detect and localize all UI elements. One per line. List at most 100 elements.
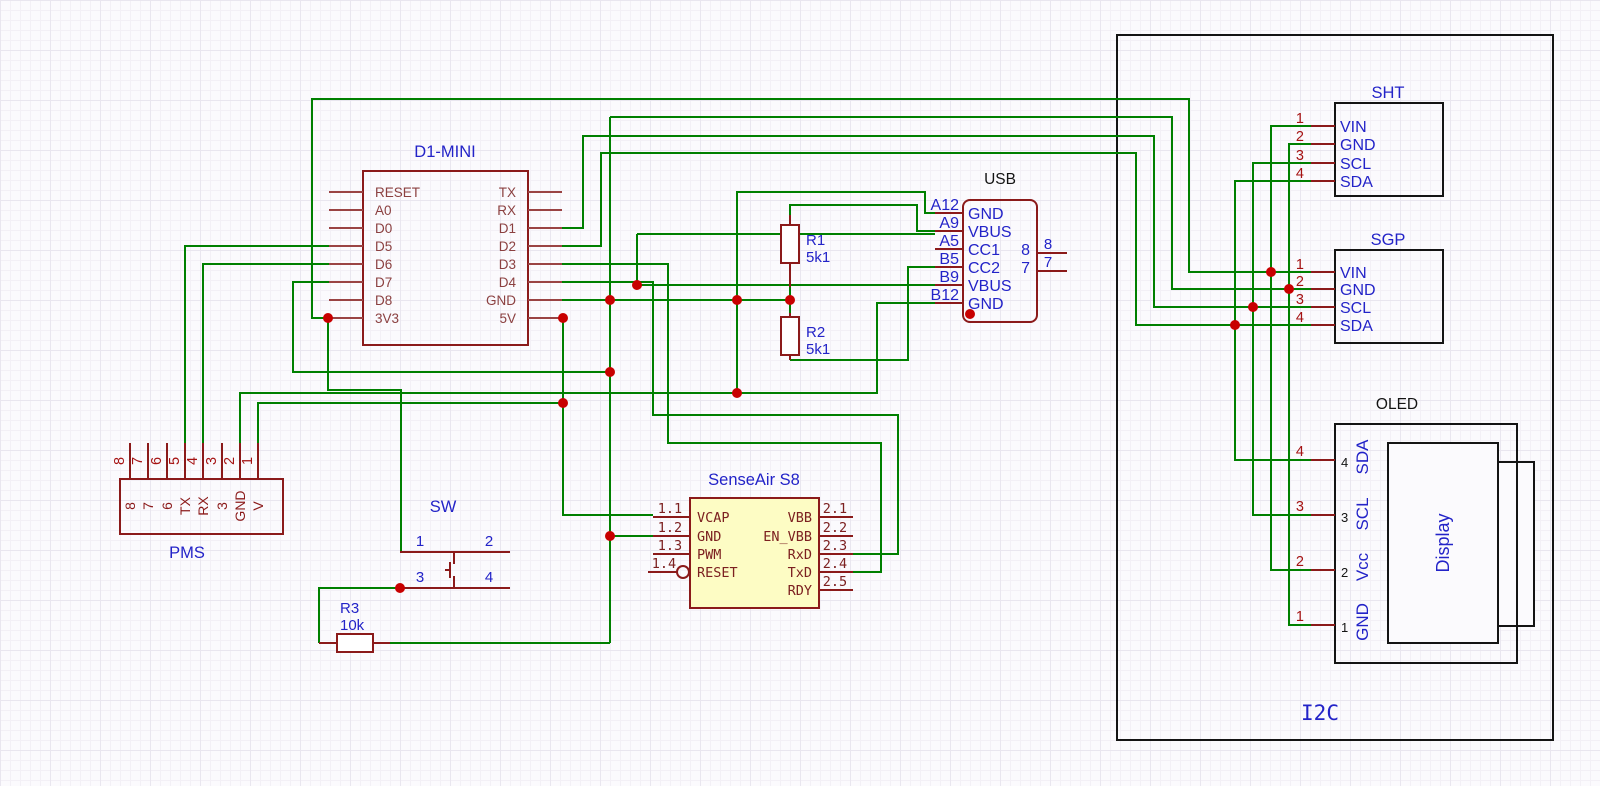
pin-label: D3 [499, 257, 516, 272]
pin-label: 8 [1021, 242, 1030, 259]
pin-label: SCL [1353, 497, 1372, 530]
sgp-title: SGP [1371, 231, 1406, 249]
r3-value: 10k [340, 617, 365, 634]
pin-number: 1 [240, 457, 256, 465]
pin-label: RDY [788, 583, 812, 599]
pin-label: D8 [375, 293, 392, 308]
component-senseair-s8[interactable]: SenseAir S8 1.1 1.2 1.3 1.4 2.1 2.2 2.3 … [648, 471, 853, 608]
schematic-canvas[interactable]: R1 5k1 R2 5k1 R3 10k D1-MINI [0, 0, 1600, 786]
pin-number: 4 [1296, 310, 1304, 326]
wire-scl-col[interactable] [1253, 163, 1311, 515]
resistor-r1[interactable]: R1 5k1 [781, 215, 830, 287]
usb-title: USB [984, 171, 1016, 188]
component-sgp[interactable]: SGP 1 2 3 4 VIN GND SCL SDA [1296, 231, 1443, 343]
pin-number: 1.3 [658, 538, 682, 554]
wire-d6-pms[interactable] [203, 264, 329, 443]
pin-label: 3V3 [375, 311, 399, 326]
d1mini-left-pins[interactable] [329, 192, 363, 318]
pin-label: RESET [697, 565, 738, 581]
pin-label: 5V [499, 311, 516, 326]
sw-title: SW [430, 498, 457, 516]
pad-label: A12 [931, 197, 960, 214]
wire-gnd-col[interactable] [1289, 144, 1311, 625]
component-pms[interactable]: PMS 8 7 6 5 4 3 2 1 8 7 6 TX RX 3 GND V [112, 443, 283, 562]
pin-number: 2 [1296, 554, 1304, 570]
pin-label: VBUS [968, 278, 1012, 295]
pin-number: 2 [485, 533, 493, 550]
r2-ref: R2 [806, 324, 825, 341]
pin-label: PWM [697, 547, 721, 563]
pin-number: 1 [416, 533, 424, 550]
pin-label: 7 [140, 502, 156, 510]
pin-label: CC2 [968, 260, 1000, 277]
pin-label: EN_VBB [763, 529, 812, 545]
sht-title: SHT [1372, 84, 1405, 102]
component-d1mini[interactable]: D1-MINI RESET A0 D0 D5 D6 D7 D8 [329, 143, 562, 345]
pin-label: RESET [375, 185, 420, 200]
pin-number: 4 [1296, 444, 1304, 460]
pin-label: SDA [1340, 174, 1373, 191]
component-sw[interactable]: SW 1 2 3 4 [400, 498, 510, 588]
resistor-r2[interactable]: R2 5k1 [781, 313, 830, 360]
wire-5v-senseair[interactable] [562, 318, 653, 515]
pin-label: SCL [1340, 300, 1371, 317]
pin-number: 1.4 [652, 556, 676, 572]
pin-number: 1 [1296, 609, 1304, 625]
pin-number: 1.1 [658, 501, 682, 517]
pin-label: D7 [375, 275, 392, 290]
pin-number: 3 [1296, 148, 1304, 164]
pin-number: 2 [222, 457, 238, 465]
wire-3v3-sw[interactable] [328, 318, 401, 552]
pin-number: 3 [1341, 510, 1348, 525]
pin-number: 2 [1296, 129, 1304, 145]
pin-number: 5 [167, 457, 183, 465]
pin-label: RX [195, 496, 211, 516]
wire-gnd-sgp[interactable] [610, 117, 1311, 289]
pin-label: V [250, 501, 266, 511]
pin-number: 8 [112, 457, 128, 465]
pin-label: D0 [375, 221, 392, 236]
pin-label: GND [1340, 137, 1376, 154]
component-usb[interactable]: USB A12 A9 A5 B5 B9 B12 GND VBUS CC1 CC2… [931, 171, 1067, 322]
pin-label: D2 [499, 239, 516, 254]
pin-label: RX [497, 203, 516, 218]
wire-vin-col[interactable] [1271, 126, 1311, 570]
display-label: Display [1433, 513, 1453, 572]
pin-number: 7 [1044, 254, 1052, 271]
pin-label: D5 [375, 239, 392, 254]
pin-label: TxD [788, 565, 812, 581]
pin-label: TX [177, 496, 193, 515]
wire-pms-v[interactable] [258, 403, 563, 443]
wire-r1-a9[interactable] [790, 205, 935, 231]
component-sht[interactable]: SHT 1 2 3 4 VIN GND SCL SDA [1296, 84, 1443, 196]
pin-label: VBB [788, 510, 812, 526]
pin-number: 8 [1044, 236, 1052, 253]
pin-number: 7 [130, 457, 146, 465]
i2c-group-label: I2C [1301, 701, 1339, 725]
senseair-title: SenseAir S8 [708, 471, 800, 489]
pms-title: PMS [169, 544, 205, 562]
pin-label: D4 [499, 275, 517, 290]
oled-pins[interactable] [1311, 460, 1335, 625]
wire-gnd-a12[interactable] [737, 192, 935, 393]
pin-label: GND [486, 293, 516, 308]
pin-label: A0 [375, 203, 392, 218]
pin-number: 2.3 [823, 538, 847, 554]
pin-number: 3 [1296, 292, 1304, 308]
pin-number: 2.4 [823, 556, 847, 572]
sht-pins[interactable] [1311, 126, 1335, 181]
component-oled[interactable]: OLED 4 3 2 1 4 3 2 1 SDA SCL Vcc GND Dis… [1296, 396, 1534, 663]
oled-title: OLED [1376, 396, 1418, 413]
d1mini-right-pins[interactable] [528, 192, 562, 318]
pin-label: GND [1340, 282, 1376, 299]
pad-label: B5 [939, 251, 959, 268]
wire-d1-scl[interactable] [562, 136, 1311, 307]
pin-label: SCL [1340, 156, 1371, 173]
pad-label: B9 [939, 269, 959, 286]
pin-label: VIN [1340, 265, 1367, 282]
resistor-r3[interactable]: R3 10k [319, 600, 390, 652]
pin-number: 4 [485, 569, 493, 586]
pin-number: 1 [1296, 257, 1304, 273]
pin-label: 3 [214, 502, 230, 510]
sgp-pins[interactable] [1311, 272, 1335, 325]
